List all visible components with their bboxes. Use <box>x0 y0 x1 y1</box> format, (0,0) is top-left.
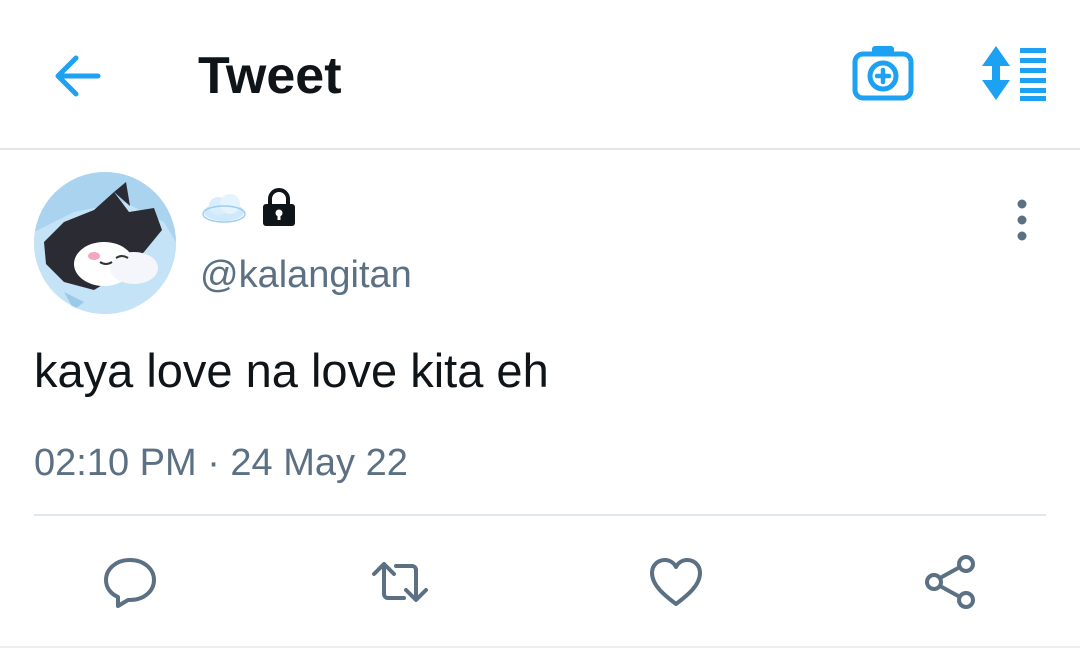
share-button[interactable] <box>920 552 980 612</box>
reply-button[interactable] <box>100 552 160 612</box>
display-name-row <box>200 188 298 228</box>
lock-icon <box>263 188 295 226</box>
sort-button[interactable] <box>978 44 1050 102</box>
back-button[interactable] <box>50 48 106 104</box>
tweet-timestamp: 02:10 PM · 24 May 22 <box>34 442 408 484</box>
user-handle[interactable]: @kalangitan <box>200 252 412 298</box>
top-app-bar: Tweet <box>0 0 1080 150</box>
avatar-image <box>34 172 176 314</box>
arrow-left-icon <box>55 55 101 97</box>
share-icon <box>925 555 975 609</box>
sort-list-icon <box>982 46 1046 101</box>
retweet-button[interactable] <box>370 552 430 612</box>
camera-add-icon <box>852 46 914 101</box>
retweet-icon <box>372 562 428 602</box>
like-button[interactable] <box>646 552 706 612</box>
avatar[interactable] <box>34 172 176 314</box>
cloud-emoji-icon <box>202 194 246 223</box>
reply-icon <box>104 558 156 608</box>
bottom-divider <box>0 646 1080 648</box>
divider <box>34 514 1046 516</box>
more-vertical-icon <box>1017 199 1027 241</box>
camera-button[interactable] <box>852 42 914 104</box>
page-title: Tweet <box>198 47 342 105</box>
tweet-text: kaya love na love kita eh <box>34 344 549 397</box>
more-options-button[interactable] <box>1006 198 1038 242</box>
heart-icon <box>650 558 702 606</box>
